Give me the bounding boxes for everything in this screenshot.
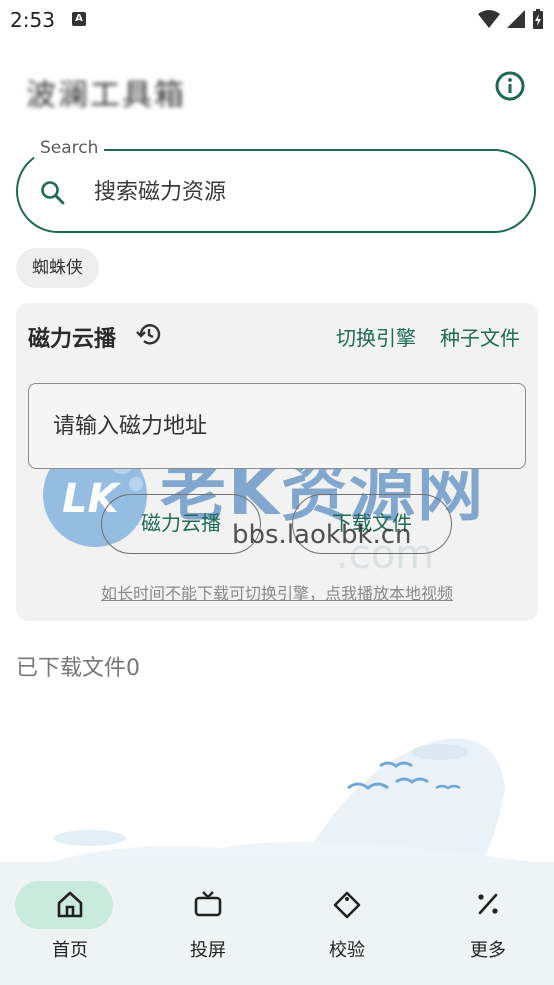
status-bar: 2:53 A [0, 0, 554, 40]
tag-icon [333, 891, 361, 919]
search-legend: Search [34, 138, 105, 158]
signal-icon [507, 10, 525, 28]
card-title: 磁力云播 [28, 327, 117, 352]
info-button[interactable] [494, 70, 526, 102]
search-icon[interactable] [40, 180, 66, 206]
watermark-url: bbs.laokbk.cn [232, 520, 412, 550]
nav-item-more[interactable]: 更多 [418, 862, 554, 985]
home-icon [57, 891, 83, 918]
local-video-hint-link[interactable]: 如长时间不能下载可切换引擎，点我播放本地视频 [0, 580, 554, 604]
tv-icon [194, 891, 222, 917]
search-input[interactable] [94, 172, 494, 212]
history-icon[interactable] [136, 321, 162, 347]
switch-engine-link[interactable]: 切换引擎 [336, 322, 416, 351]
nav-label-verify: 校验 [329, 940, 365, 961]
torrent-file-link[interactable]: 种子文件 [440, 322, 520, 351]
landscape-illustration [40, 738, 554, 865]
percent-icon [478, 893, 498, 915]
nav-label-cast: 投屏 [190, 940, 226, 961]
nav-label-home: 首页 [52, 940, 88, 961]
battery-icon [533, 9, 543, 29]
status-icons [478, 8, 544, 30]
status-time: 2:53 [10, 8, 55, 32]
nav-item-verify[interactable]: 校验 [277, 862, 417, 985]
nav-item-cast[interactable]: 投屏 [138, 862, 278, 985]
history-chip[interactable]: 蜘蛛侠 [16, 248, 99, 288]
magnet-address-input[interactable] [28, 383, 526, 469]
nav-item-home[interactable]: 首页 [0, 862, 140, 985]
info-icon [495, 71, 525, 101]
bottom-navigation: 首页 投屏 校验 更多 [0, 862, 554, 985]
downloaded-count: 已下载文件0 [16, 656, 140, 681]
notification-icon: A [72, 12, 86, 26]
wifi-icon [478, 10, 500, 28]
app-title: 波澜工具箱 [26, 78, 186, 113]
nav-label-more: 更多 [470, 940, 506, 961]
